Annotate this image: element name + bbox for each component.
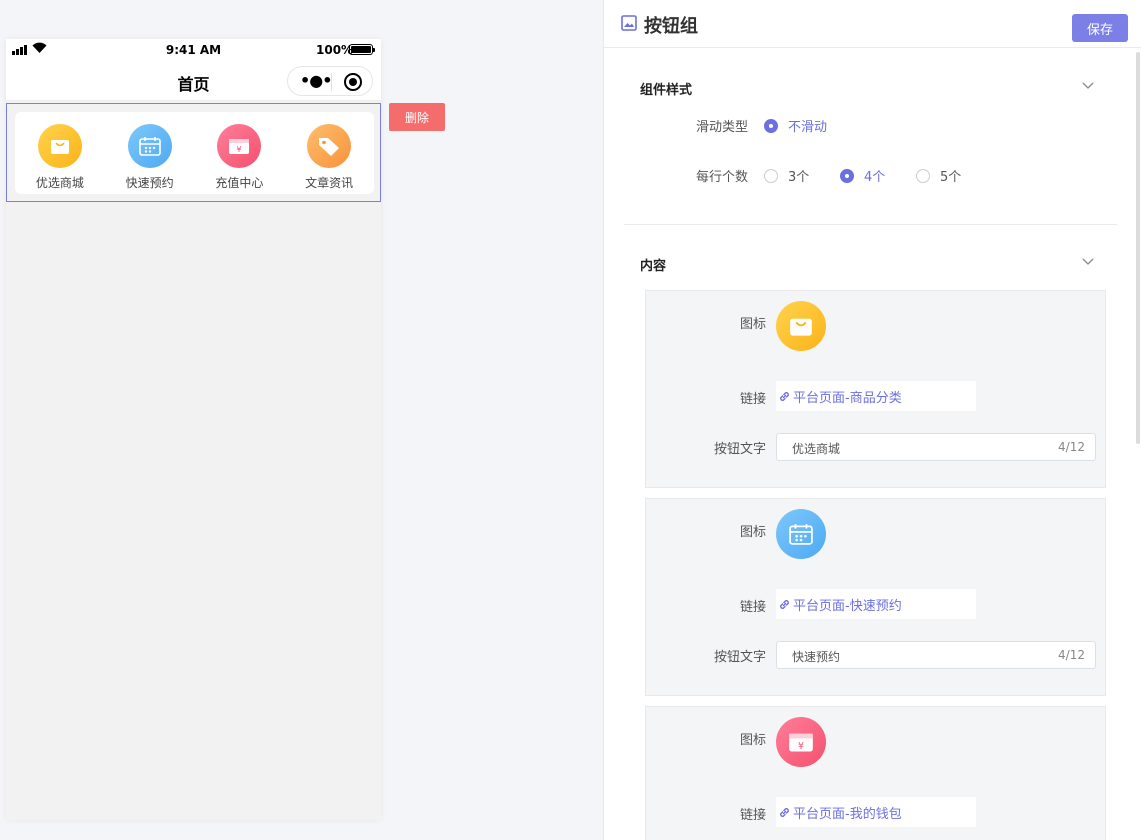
calendar-icon [127,124,172,168]
close-target-icon[interactable] [344,73,362,91]
char-count: 4/12 [1058,648,1085,662]
button-label: 文章资讯 [305,176,354,190]
shopping-bag-icon [776,301,826,351]
button-label: 快速预约 [125,176,174,190]
radio-5-per-row[interactable]: 5个 [916,166,961,185]
radio-no-scroll[interactable]: 不滑动 [764,116,827,135]
link-icon [780,807,789,817]
button-item-mall[interactable]: 优选商城 [15,112,105,194]
section-divider [624,224,1117,225]
shopping-bag-icon [37,124,82,168]
calendar-icon [776,509,826,559]
svg-text:¥: ¥ [237,145,242,154]
icon-picker[interactable]: ¥ [776,717,826,767]
chevron-down-icon[interactable] [1082,82,1094,90]
link-selector[interactable]: 平台页面-快速预约 [776,589,976,619]
button-item-editor: 图标 链接 平台页面-商品分类 按钮文字 优选商城 4/12 [645,290,1106,488]
battery-icon [349,44,375,55]
button-item-articles[interactable]: 文章资讯 [284,112,374,194]
panel-title: 按钮组 [644,16,698,37]
link-label: 链接 [739,392,766,407]
wallet-icon: ¥ [217,124,262,168]
more-icon[interactable]: •●• [300,73,332,89]
icon-picker[interactable] [776,301,826,351]
chevron-down-icon[interactable] [1082,258,1094,266]
link-icon [780,391,789,401]
icon-label: 图标 [739,525,766,540]
button-label: 充值中心 [215,176,264,190]
text-label: 按钮文字 [713,650,766,665]
section-title-content: 内容 [640,259,667,274]
delete-button[interactable]: 删除 [389,103,445,131]
button-item-editor: 图标 ¥ 链接 平台页面-我的钱包 [645,706,1106,840]
icon-label: 图标 [739,733,766,748]
button-label: 优选商城 [35,176,84,190]
char-count: 4/12 [1058,440,1085,454]
link-selector[interactable]: 平台页面-我的钱包 [776,797,976,827]
scroll-type-label: 滑动类型 [696,120,749,135]
panel-header: 按钮组 保存 [604,0,1141,48]
per-row-label: 每行个数 [696,170,749,185]
button-item-recharge[interactable]: ¥ 充值中心 [195,112,285,194]
image-icon [621,15,637,31]
tag-icon [307,124,352,168]
icon-label: 图标 [739,317,766,332]
radio-4-per-row[interactable]: 4个 [840,166,885,185]
button-item-booking[interactable]: 快速预约 [105,112,195,194]
scrollbar[interactable] [1136,52,1140,444]
save-button[interactable]: 保存 [1072,14,1128,42]
link-label: 链接 [739,808,766,823]
link-label: 链接 [739,600,766,615]
mini-program-capsule: •●• [287,66,373,96]
svg-text:¥: ¥ [798,741,804,752]
button-group-component[interactable]: 优选商城 快速预约 ¥ 充值中心 文章资讯 [6,103,381,202]
link-selector[interactable]: 平台页面-商品分类 [776,381,976,411]
section-title-style: 组件样式 [640,83,693,98]
status-bar: 9:41 AM 100% [6,39,381,61]
battery-percent: 100% [316,43,354,57]
wallet-icon: ¥ [776,717,826,767]
button-text-input[interactable]: 优选商城 4/12 [776,433,1096,461]
text-label: 按钮文字 [713,442,766,457]
button-group-card: 优选商城 快速预约 ¥ 充值中心 文章资讯 [15,112,374,194]
icon-picker[interactable] [776,509,826,559]
nav-bar: 首页 •●• [6,61,381,101]
radio-3-per-row[interactable]: 3个 [764,166,809,185]
button-item-editor: 图标 链接 平台页面-快速预约 按钮文字 快速预约 4/12 [645,498,1106,696]
editor-panel: 按钮组 保存 组件样式 滑动类型 不滑动 每行个数 3个 4个 5个 内容 图标… [603,0,1141,840]
button-text-input[interactable]: 快速预约 4/12 [776,641,1096,669]
link-icon [780,599,789,609]
